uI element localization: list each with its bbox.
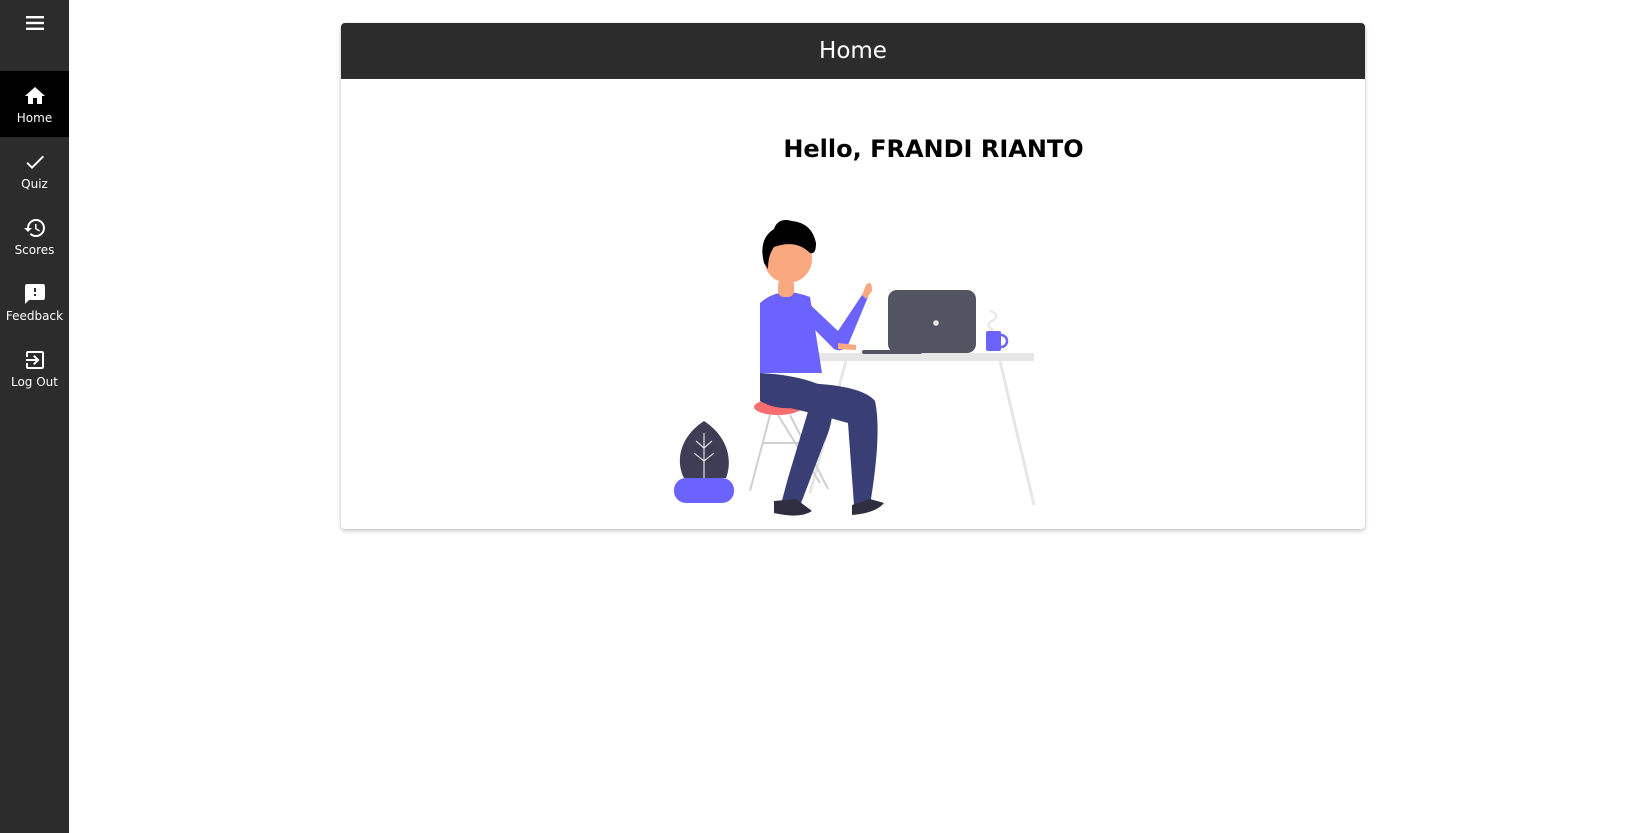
greeting-text: Hello, FRANDI RIANTO bbox=[783, 135, 1084, 163]
sidebar: Home Quiz Scores Feedback Log Out bbox=[0, 0, 69, 833]
hamburger-menu-icon bbox=[25, 16, 44, 30]
home-card: Home Hello, FRANDI RIANTO bbox=[341, 23, 1365, 529]
sidebar-item-scores[interactable]: Scores bbox=[0, 203, 69, 269]
sidebar-item-label: Scores bbox=[14, 243, 55, 257]
logout-icon bbox=[22, 347, 48, 373]
sidebar-item-quiz[interactable]: Quiz bbox=[0, 137, 69, 203]
feedback-icon bbox=[22, 281, 48, 307]
sidebar-item-label: Log Out bbox=[10, 375, 58, 389]
sidebar-item-logout[interactable]: Log Out bbox=[0, 335, 69, 401]
history-icon bbox=[22, 215, 48, 241]
menu-button[interactable] bbox=[0, 0, 69, 46]
sidebar-item-feedback[interactable]: Feedback bbox=[0, 269, 69, 335]
home-icon bbox=[22, 83, 48, 109]
sidebar-item-label: Home bbox=[16, 111, 53, 125]
sidebar-item-label: Feedback bbox=[5, 309, 64, 323]
sidebar-item-label: Quiz bbox=[21, 177, 48, 191]
check-icon bbox=[22, 149, 48, 175]
person-working-at-laptop-illustration bbox=[674, 220, 1036, 516]
sidebar-item-home[interactable]: Home bbox=[0, 71, 69, 137]
card-title: Home bbox=[341, 23, 1365, 79]
